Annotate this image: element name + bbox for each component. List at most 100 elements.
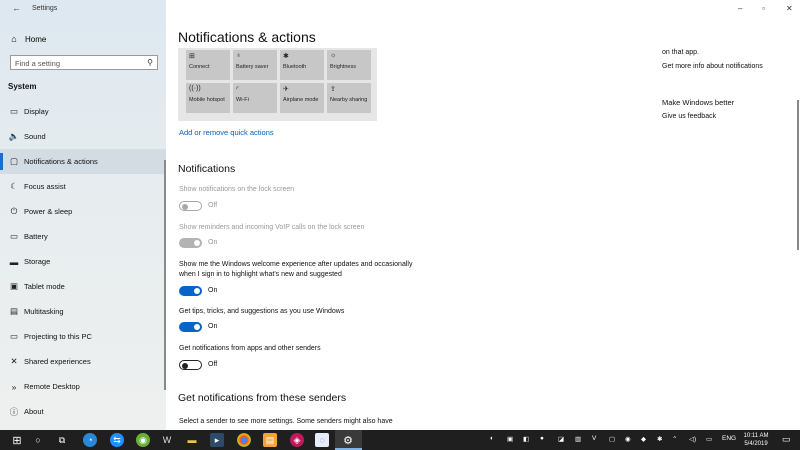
quick-action-tile[interactable]: ✱ Bluetooth	[280, 50, 324, 80]
sidebar-item-label: Focus assist	[24, 182, 66, 191]
more-info-notifications-link[interactable]: Get more info about notifications	[662, 63, 763, 70]
app-dark-icon[interactable]: ▸	[210, 433, 224, 447]
quick-action-tile[interactable]: ⇪ Nearby sharing	[327, 83, 371, 113]
quick-action-tile[interactable]: ☼ Brightness	[327, 50, 371, 80]
setting-toggle[interactable]	[179, 360, 202, 370]
sidebar-item-label: Display	[24, 107, 49, 116]
cortana-search-icon[interactable]: ○	[31, 433, 45, 447]
action-center-icon[interactable]: ▭	[782, 434, 791, 445]
sidebar-item-power-sleep[interactable]: ⏻ Power & sleep	[0, 199, 166, 224]
toggle-state-text: Off	[208, 361, 218, 368]
sidebar-item-focus-assist[interactable]: ☾ Focus assist	[0, 174, 166, 199]
setting-label: Show notifications on the lock screen	[179, 186, 295, 193]
sidebar-item-notifications-actions[interactable]: ▢ Notifications & actions	[0, 149, 166, 174]
setting-label: Show me the Windows welcome experience a…	[179, 261, 413, 278]
tray-app-icon-1[interactable]: ◐	[490, 435, 494, 442]
sidebar-item-shared-experiences[interactable]: ✕ Shared experiences	[0, 349, 166, 374]
sidebar-item-remote-desktop[interactable]: » Remote Desktop	[0, 374, 166, 399]
volume-icon[interactable]: ◁)	[689, 435, 696, 443]
sidebar-item-label: Tablet mode	[24, 282, 65, 291]
app-chat-icon[interactable]: ◌	[315, 433, 329, 447]
sidebar-item-about[interactable]: ⓘ About	[0, 399, 166, 424]
sidebar-item-storage[interactable]: ▬ Storage	[0, 249, 166, 274]
minimize-button[interactable]: –	[738, 4, 742, 13]
app-title: Settings	[32, 5, 58, 12]
quick-action-tile[interactable]: ✈ Airplane mode	[280, 83, 324, 113]
quick-action-label: Connect	[189, 64, 210, 70]
tray-app-icon-5[interactable]: ◪	[558, 435, 564, 443]
setting-label: Get notifications from apps and other se…	[179, 345, 321, 352]
make-windows-better-heading: Make Windows better	[662, 98, 735, 107]
quick-actions-grid: ⊞ Connect ♁ Battery saver ✱ Bluetooth ☼ Brightn…	[178, 48, 377, 121]
notifications-heading: Notifications	[178, 163, 236, 175]
sidebar-item-label: Sound	[24, 132, 46, 141]
notifications-icon: ▢	[9, 156, 19, 166]
language-indicator[interactable]: ENG	[722, 435, 736, 442]
app-orange-icon[interactable]: ▤	[263, 433, 277, 447]
multitasking-icon: ▤	[9, 306, 19, 316]
search-input[interactable]: Find a setting	[15, 59, 60, 68]
sidebar-item-sound[interactable]: 🔈 Sound	[0, 124, 166, 149]
task-view-icon[interactable]: ⧉	[55, 433, 69, 447]
chrome-icon[interactable]	[237, 433, 251, 447]
brightness-icon: ☼	[330, 52, 337, 59]
file-explorer-icon[interactable]: ▬	[185, 433, 199, 447]
tray-app-icon-6[interactable]: ▥	[575, 435, 581, 443]
sidebar-scrollbar[interactable]	[164, 160, 166, 390]
home-nav-item[interactable]: ⌂ Home	[8, 32, 46, 46]
tray-app-icon-9[interactable]: ◉	[625, 435, 631, 443]
teamviewer-app-icon[interactable]: ⇆	[110, 433, 124, 447]
tray-app-icon-4[interactable]: ●	[540, 435, 544, 442]
sidebar-item-tablet-mode[interactable]: ▣ Tablet mode	[0, 274, 166, 299]
setting-toggle	[179, 201, 202, 211]
maximize-button[interactable]: ▫	[762, 4, 765, 13]
home-label: Home	[25, 34, 47, 44]
give-feedback-link[interactable]: Give us feedback	[662, 113, 716, 120]
app-pink-icon[interactable]: ◈	[290, 433, 304, 447]
app-green-icon[interactable]: ◉	[136, 433, 150, 447]
clock-time: 10:11 AM	[743, 433, 769, 439]
tray-app-icon-2[interactable]: ▣	[507, 435, 513, 443]
connect-icon: ⊞	[189, 53, 195, 60]
close-button[interactable]: ✕	[786, 4, 793, 13]
toggle-state-text: On	[208, 323, 218, 330]
word-like-app-icon[interactable]: W	[160, 433, 174, 447]
tray-up-arrow-icon[interactable]: ⌃	[672, 435, 677, 443]
setting-toggle[interactable]	[179, 322, 202, 332]
search-icon[interactable]: ⚲	[147, 58, 153, 67]
network-icon[interactable]: ▭	[706, 435, 712, 443]
tray-app-icon-10[interactable]: ◆	[641, 435, 646, 443]
sidebar-item-display[interactable]: ▭ Display	[0, 99, 166, 124]
taskbar-clock[interactable]: 10:11 AM 5/4/2019	[740, 432, 772, 448]
toggle-state-text: On	[208, 239, 218, 246]
senders-heading: Get notifications from these senders	[178, 392, 347, 404]
tray-app-icon-7[interactable]: V	[592, 435, 596, 442]
sidebar-item-projecting-to-this-pc[interactable]: ▭ Projecting to this PC	[0, 324, 166, 349]
mobile-hotspot-icon: ((·))	[189, 85, 201, 92]
about-icon: ⓘ	[9, 406, 19, 417]
windows-start-icon[interactable]: ⊞	[10, 433, 24, 447]
toggle-knob	[194, 288, 200, 294]
setting-label: Get tips, tricks, and suggestions as you…	[179, 308, 345, 315]
find-setting-search[interactable]: Find a setting ⚲	[10, 55, 158, 70]
toggle-state-text: On	[208, 287, 218, 294]
setting-toggle[interactable]	[179, 286, 202, 296]
sidebar-item-battery[interactable]: ▭ Battery	[0, 224, 166, 249]
main-scrollbar[interactable]	[797, 100, 799, 250]
quick-action-tile[interactable]: ((·)) Mobile hotspot	[186, 83, 230, 113]
back-arrow-icon[interactable]: ←	[12, 3, 21, 13]
sidebar-item-multitasking[interactable]: ▤ Multitasking	[0, 299, 166, 324]
tray-app-icon-8[interactable]: ▢	[609, 435, 615, 443]
quick-action-tile[interactable]: ⊞ Connect	[186, 50, 230, 80]
tray-app-icon-3[interactable]: ◧	[523, 435, 529, 443]
shared-experiences-icon: ✕	[10, 356, 18, 366]
add-remove-quick-actions-link[interactable]: Add or remove quick actions	[179, 128, 274, 137]
quick-action-tile[interactable]: ♁ Battery saver	[233, 50, 277, 80]
teams-app-icon[interactable]: ◔	[83, 433, 97, 447]
settings-gear-icon[interactable]: ⚙	[341, 433, 355, 447]
quick-action-tile[interactable]: ◜ Wi-Fi	[233, 83, 277, 113]
setting-toggle	[179, 238, 202, 248]
quick-action-label: Brightness	[330, 64, 356, 70]
bluetooth-tray-icon[interactable]: ✱	[657, 435, 662, 443]
sidebar-item-label: Multitasking	[24, 307, 64, 316]
